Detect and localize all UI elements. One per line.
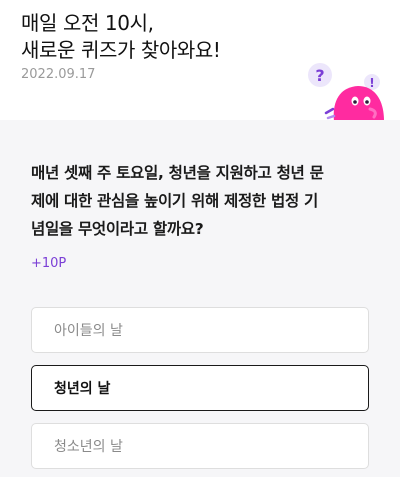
answer-option-label: 청년의 날 bbox=[54, 381, 111, 397]
answer-option-2-selected[interactable]: 청년의 날 bbox=[31, 365, 369, 411]
headline-line-2: 새로운 퀴즈가 찾아와요! bbox=[21, 38, 221, 62]
headline-line-1: 매일 오전 10시, bbox=[21, 11, 154, 35]
answer-option-label: 아이들의 날 bbox=[54, 323, 123, 339]
answer-option-3[interactable]: 청소년의 날 bbox=[31, 423, 369, 469]
exclamation-mark: ! bbox=[369, 76, 374, 90]
question-line-3: 념일을 무엇이라고 할까요? bbox=[31, 220, 204, 238]
quiz-date: 2022.09.17 bbox=[21, 67, 96, 82]
answer-option-1[interactable]: 아이들의 날 bbox=[31, 307, 369, 353]
quiz-content: 매년 셋째 주 토요일, 청년을 지원하고 청년 문 제에 대한 관심을 높이기… bbox=[0, 120, 400, 477]
quiz-question: 매년 셋째 주 토요일, 청년을 지원하고 청년 문 제에 대한 관심을 높이기… bbox=[31, 159, 376, 243]
mascot-body bbox=[333, 86, 384, 121]
headline: 매일 오전 10시, 새로운 퀴즈가 찾아와요! bbox=[21, 10, 221, 64]
reward-points: +10P bbox=[31, 256, 67, 271]
question-line-1: 매년 셋째 주 토요일, 청년을 지원하고 청년 문 bbox=[31, 164, 324, 182]
mascot-illustration: ? ! bbox=[308, 63, 384, 121]
header: 매일 오전 10시, 새로운 퀴즈가 찾아와요! 2022.09.17 ? ! bbox=[0, 0, 400, 121]
answer-option-label: 청소년의 날 bbox=[54, 439, 123, 455]
question-mark: ? bbox=[315, 66, 324, 85]
question-line-2: 제에 대한 관심을 높이기 위해 제정한 법정 기 bbox=[31, 192, 318, 210]
quiz-page: 매일 오전 10시, 새로운 퀴즈가 찾아와요! 2022.09.17 ? ! bbox=[0, 0, 400, 477]
